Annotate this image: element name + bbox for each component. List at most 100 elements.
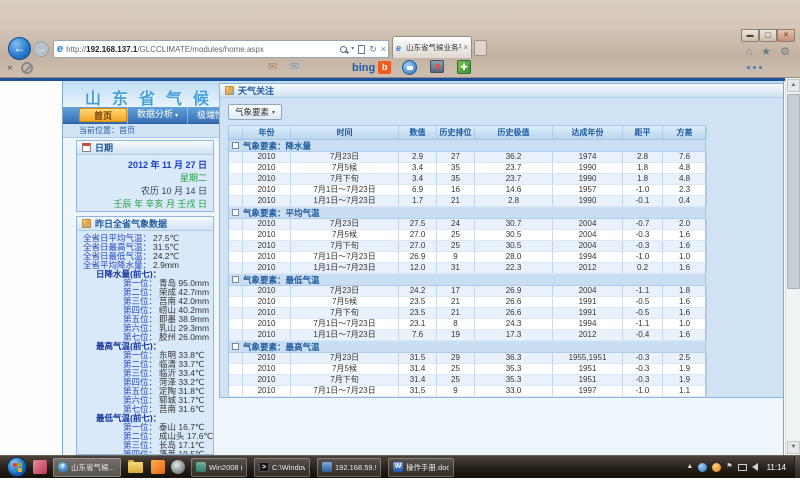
taskbar-window-button[interactable]: 192.168.59.99...: [317, 458, 381, 477]
table-row: 20101月1日～7月23日1.7212.81990-0.10.4: [229, 196, 705, 207]
row-checkbox-cell: [229, 196, 243, 206]
cell: 1957: [553, 185, 623, 195]
cell: -0.3: [623, 353, 663, 363]
notification-close-icon[interactable]: ×: [7, 63, 13, 74]
breadcrumb: 当前位置：首页: [79, 125, 135, 136]
bing-toolbar: bing b: [352, 61, 391, 74]
flag-icon[interactable]: ⚑: [726, 463, 732, 471]
scroll-down-icon[interactable]: ▼: [787, 441, 800, 454]
cell: 14.6: [475, 185, 553, 195]
home-icon[interactable]: ⌂: [746, 47, 753, 58]
row-checkbox-cell: [229, 319, 243, 329]
nav-item-1[interactable]: 首页: [79, 108, 127, 122]
table-row: 20107月5候3.43523.719901.84.8: [229, 163, 705, 174]
pinned-app-icon[interactable]: [33, 460, 47, 474]
taskbar-window-button[interactable]: Win2008 (VS2...: [191, 458, 247, 477]
cell: 31.5: [399, 386, 437, 396]
cell: 31.4: [399, 375, 437, 385]
taskbar-window-button[interactable]: W操作手册.docx ...: [388, 458, 454, 477]
toolbar-camera-icon[interactable]: [430, 60, 444, 73]
taskbar-window-button[interactable]: e山东省气候...: [53, 458, 121, 477]
mail-icon-2[interactable]: ✉: [290, 62, 299, 73]
nav-item-2[interactable]: 数据分析▾: [127, 106, 187, 125]
cell: 17: [437, 286, 475, 296]
cell: 23.5: [399, 297, 437, 307]
search-icon[interactable]: [340, 46, 347, 53]
new-tab-button[interactable]: [474, 40, 487, 56]
start-button[interactable]: [7, 457, 27, 477]
weather-table: 年份时间数值历史排位历史极值达成年份距平方差气象要素：降水量20107月23日2…: [228, 125, 706, 398]
cell: 1月1日～7月23日: [291, 330, 399, 340]
cell: 7月下旬: [291, 375, 399, 385]
toolbar-overflow-button[interactable]: [747, 66, 762, 69]
vertical-scrollbar[interactable]: ▲ ▼: [785, 78, 800, 455]
section-header-row: 气象要素：降水量: [229, 140, 705, 152]
section-checkbox[interactable]: [232, 343, 239, 350]
cell: 7月1日～7月23日: [291, 386, 399, 396]
tab-close-icon[interactable]: ×: [463, 43, 468, 52]
cell: 26.9: [399, 252, 437, 262]
mail-icon[interactable]: ✉: [268, 62, 277, 73]
bing-logo[interactable]: bing: [352, 62, 375, 74]
explorer-folder-icon[interactable]: [128, 462, 143, 473]
section-checkbox[interactable]: [232, 209, 239, 216]
cell: 22.3: [475, 263, 553, 273]
forward-button[interactable]: →: [33, 41, 49, 57]
back-button[interactable]: ←: [8, 37, 31, 60]
row-checkbox-cell: [229, 364, 243, 374]
gear-icon[interactable]: ⚙: [780, 47, 790, 58]
stop-icon[interactable]: ×: [381, 45, 386, 54]
toolbar-addon-icon[interactable]: ✚: [457, 60, 471, 74]
remote-icon: [322, 462, 332, 472]
section-checkbox[interactable]: [232, 276, 239, 283]
scrollbar-thumb[interactable]: [787, 94, 800, 289]
tab-favicon: e: [396, 43, 401, 53]
tray-security-icon[interactable]: [712, 463, 721, 472]
orange-app-icon[interactable]: [151, 460, 165, 474]
show-desktop-button[interactable]: [794, 456, 800, 479]
star-icon[interactable]: ★: [761, 47, 771, 58]
chevron-down-icon: ▾: [272, 109, 275, 116]
minimize-button[interactable]: ▬: [741, 29, 759, 42]
tray-network-app-icon[interactable]: [698, 463, 707, 472]
weather-focus-panel: 天气关注 气象要素 ▾ 年份时间数值历史排位历史极值达成年份距平方差气象要素：降…: [219, 83, 784, 398]
section-checkbox[interactable]: [232, 142, 239, 149]
cell: 1.6: [663, 297, 707, 307]
volume-icon[interactable]: [752, 463, 758, 471]
bing-badge-icon[interactable]: b: [378, 61, 391, 74]
url-text[interactable]: http://192.168.137.1/GLCCLIMATE/modules/…: [66, 45, 340, 54]
cell: 23.5: [399, 308, 437, 318]
media-player-icon[interactable]: [171, 460, 185, 474]
tray-up-arrow-icon[interactable]: ▲: [686, 463, 693, 471]
row-checkbox-cell: [229, 263, 243, 273]
taskbar-window-button[interactable]: >C:\Windows\s...: [254, 458, 310, 477]
maximize-button[interactable]: ▢: [759, 29, 777, 42]
browser-tab[interactable]: e 山东省气候业务平... ×: [392, 36, 472, 58]
section-header-row: 气象要素：平均气温: [229, 207, 705, 219]
table-row: 20107月下旬3.43523.719901.84.8: [229, 174, 705, 185]
compatibility-icon[interactable]: [358, 45, 365, 54]
toolbar-media-icon[interactable]: [402, 60, 417, 75]
cell: 12.0: [399, 263, 437, 273]
cell: 2010: [243, 219, 291, 229]
close-button[interactable]: ✕: [777, 29, 795, 42]
scroll-up-icon[interactable]: ▲: [787, 79, 800, 92]
cell: -1.1: [623, 286, 663, 296]
cell: -0.3: [623, 375, 663, 385]
refresh-icon[interactable]: ↻: [369, 45, 377, 54]
address-bar[interactable]: e http://192.168.137.1/GLCCLIMATE/module…: [53, 40, 389, 58]
cell: 2.3: [663, 185, 707, 195]
cell: 1951: [553, 375, 623, 385]
dropdown-icon[interactable]: ▾: [351, 45, 354, 54]
cell: 1991: [553, 308, 623, 318]
section-title: 气象要素：降水量: [243, 140, 311, 152]
taskbar-clock[interactable]: 11:14: [763, 463, 790, 472]
table-row: 20107月1日～7月23日26.9928.01994-1.01.0: [229, 252, 705, 263]
word-icon: W: [393, 462, 403, 472]
cell: 36.2: [475, 152, 553, 162]
display-icon[interactable]: [738, 464, 747, 471]
element-dropdown-button[interactable]: 气象要素 ▾: [228, 104, 282, 120]
table-row: 20101月1日～7月23日12.03122.320120.21.6: [229, 263, 705, 274]
cell: 1.6: [663, 263, 707, 273]
cell: 1955,1951: [553, 353, 623, 363]
